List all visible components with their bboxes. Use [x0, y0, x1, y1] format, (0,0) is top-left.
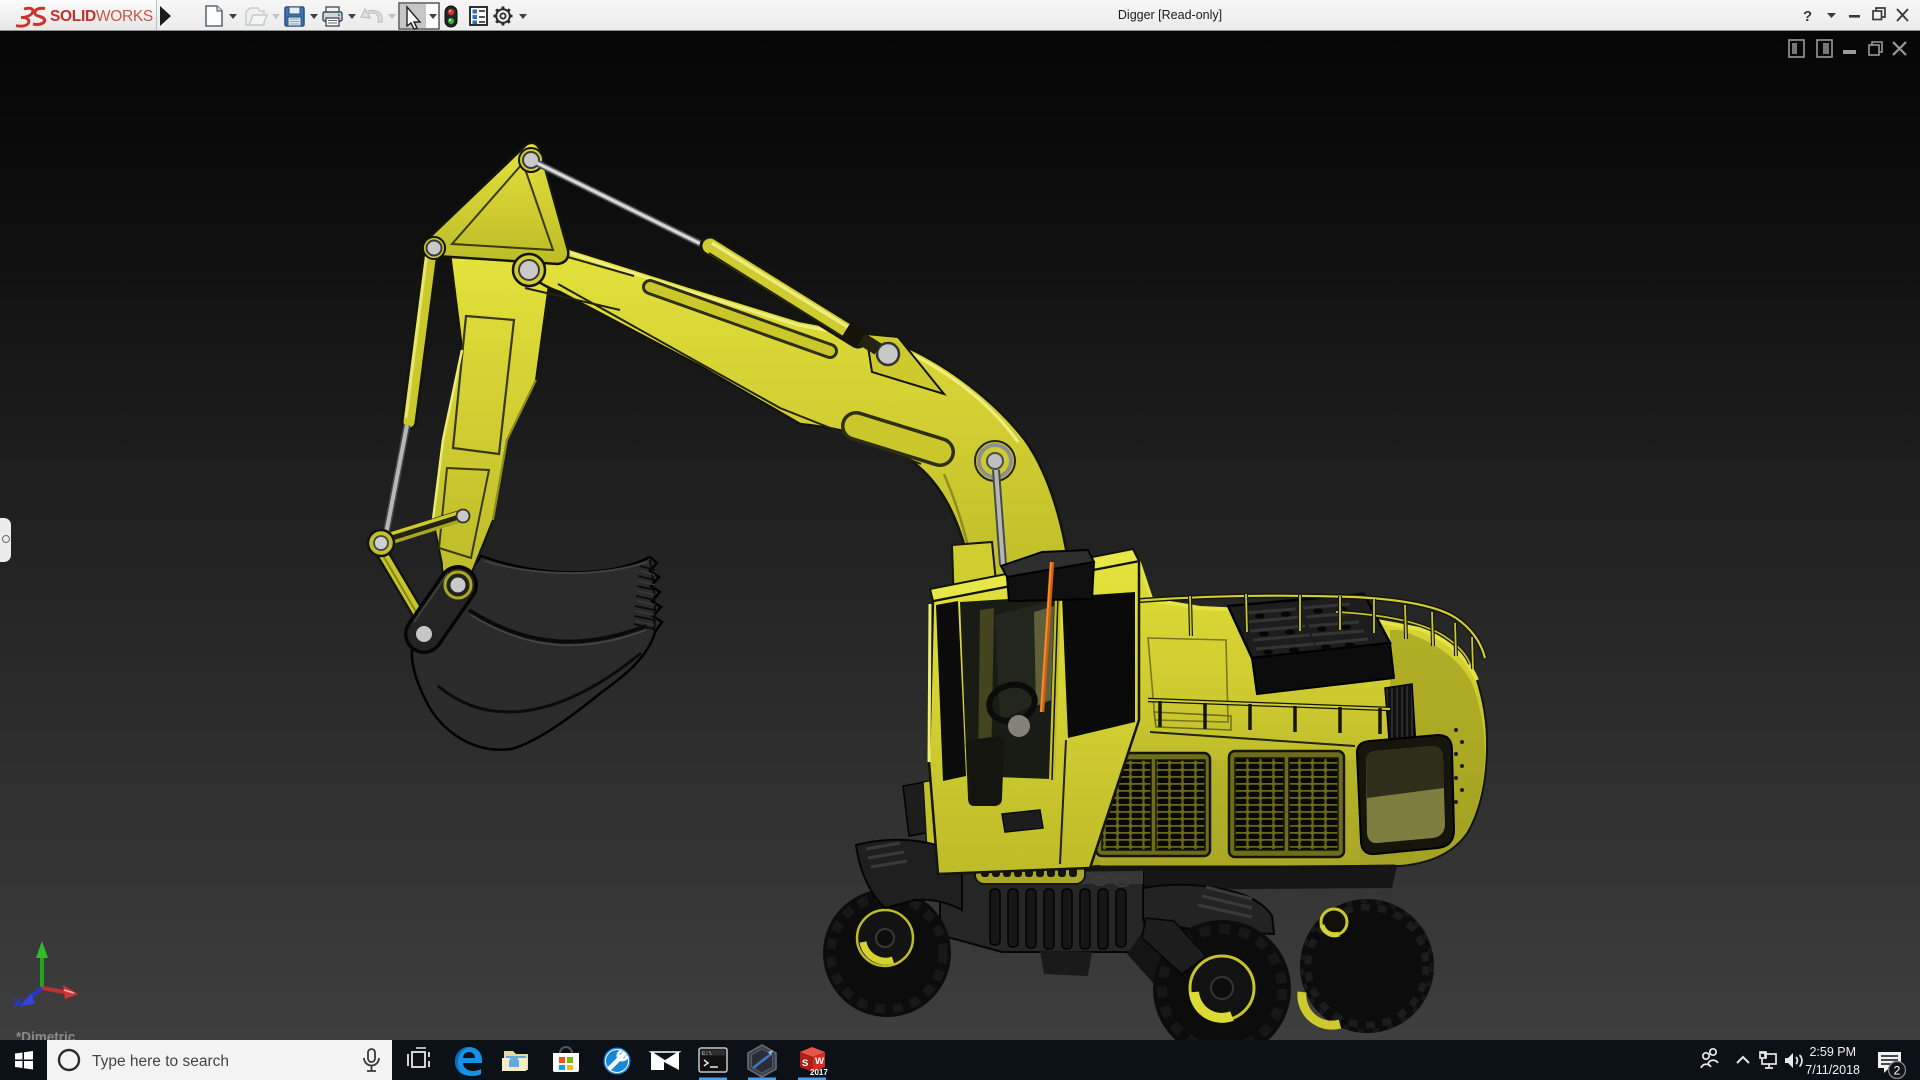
svg-text:2: 2: [1894, 1064, 1901, 1078]
svg-text:C:\: C:\: [702, 1050, 712, 1057]
svg-text:W: W: [815, 1056, 824, 1067]
svg-text:SOLIDWORKS: SOLIDWORKS: [50, 8, 153, 25]
svg-text:?: ?: [1803, 8, 1812, 25]
svg-text:S: S: [802, 1058, 808, 1069]
svg-text:7/11/2018: 7/11/2018: [1805, 1063, 1860, 1077]
svg-text:2:59 PM: 2:59 PM: [1809, 1045, 1856, 1059]
svg-text:Type here to search: Type here to search: [92, 1053, 229, 1070]
svg-text:*Dimetric: *Dimetric: [16, 1030, 76, 1041]
svg-text:2017: 2017: [810, 1068, 828, 1077]
